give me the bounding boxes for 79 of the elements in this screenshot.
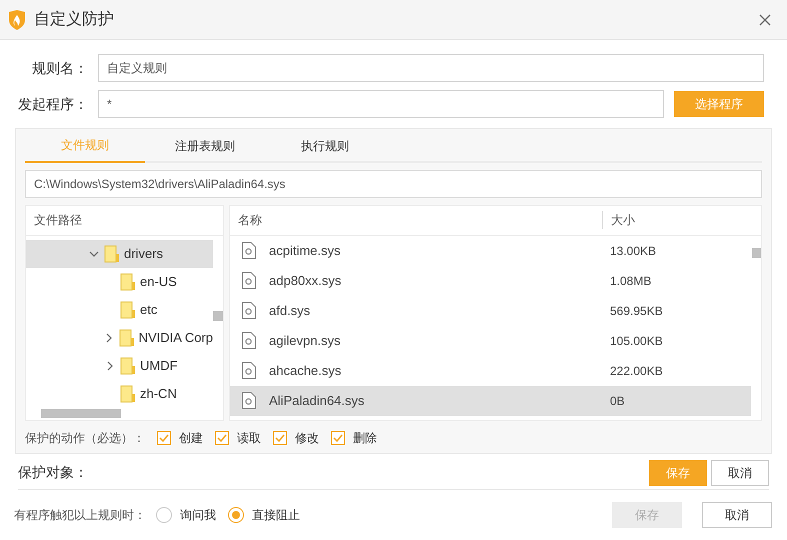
column-header: 名称: [237, 212, 263, 230]
file-gear-icon: [242, 332, 256, 350]
file-size: 569.95KB: [609, 302, 664, 320]
check-icon: [275, 434, 285, 442]
tree-item[interactable]: etc: [26, 296, 213, 324]
field-label: 规则名：: [31, 58, 88, 78]
tree-item[interactable]: NVIDIA Corp: [26, 324, 213, 352]
checkbox[interactable]: [331, 431, 345, 446]
launcher-field[interactable]: *: [98, 90, 664, 118]
file-gear-icon: [242, 272, 256, 290]
folder-name: drivers: [124, 244, 164, 263]
checkbox-label: 创建: [179, 430, 203, 448]
tab[interactable]: 注册表规则: [145, 129, 265, 164]
checkbox-label: 修改: [295, 430, 319, 448]
cancel-button[interactable]: 取消: [702, 502, 772, 528]
folder-icon: [120, 384, 136, 403]
file-name: adp80xx.sys: [269, 272, 342, 290]
field-label: 发起程序：: [17, 94, 88, 114]
check-icon: [333, 434, 343, 442]
file-name: afd.sys: [269, 302, 310, 320]
folder-name: NVIDIA Corp: [138, 328, 213, 347]
file-name: agilevpn.sys: [269, 332, 341, 350]
file-gear-icon: [242, 302, 256, 320]
checkbox-label: 删除: [353, 430, 377, 448]
file-size: 1.08MB: [609, 272, 652, 290]
checkbox[interactable]: [157, 431, 171, 446]
protect-target-label: 保护对象：: [18, 463, 89, 482]
tree-item[interactable]: en-US: [26, 268, 213, 296]
column-header: 文件路径: [34, 212, 82, 230]
file-row[interactable]: agilevpn.sys 105.00KB: [230, 326, 751, 356]
shield-flame-icon: [8, 10, 26, 30]
check-icon: [159, 434, 169, 442]
checkbox-label: 读取: [237, 430, 261, 448]
checkbox[interactable]: [215, 431, 229, 446]
chevron-right-icon[interactable]: [104, 332, 114, 343]
tab[interactable]: 执行规则: [265, 129, 385, 164]
folder-icon: [120, 272, 136, 291]
radio-button[interactable]: [228, 507, 244, 523]
column-header: 大小: [602, 211, 761, 230]
file-size: 105.00KB: [609, 332, 664, 350]
file-gear-icon: [242, 362, 256, 380]
file-row[interactable]: afd.sys 569.95KB: [230, 296, 751, 326]
file-gear-icon: [242, 242, 256, 260]
close-icon[interactable]: [759, 14, 771, 26]
file-name: acpitime.sys: [269, 242, 341, 260]
actions-label: 保护的动作（必选）：: [25, 430, 145, 448]
file-row[interactable]: adp80xx.sys 1.08MB: [230, 266, 751, 296]
radio-label: 直接阻止: [252, 507, 300, 524]
file-row[interactable]: AliPaladin64.sys 0B: [230, 386, 751, 416]
folder-name: UMDF: [140, 356, 178, 375]
tree-item[interactable]: drivers: [26, 240, 213, 268]
radio-label: 询问我: [180, 507, 216, 524]
folder-icon: [104, 244, 120, 263]
file-gear-icon: [242, 392, 256, 410]
folder-icon: [120, 356, 136, 375]
folder-name: etc: [140, 300, 158, 319]
file-name: AliPaladin64.sys: [269, 392, 364, 410]
file-row[interactable]: ahcache.sys 222.00KB: [230, 356, 751, 386]
violation-label: 有程序触犯以上规则时：: [14, 507, 146, 524]
chevron-right-icon[interactable]: [105, 360, 115, 371]
cancel-button[interactable]: 取消: [711, 460, 769, 486]
rule-name-field[interactable]: 自定义规则: [98, 54, 764, 82]
window-title: 自定义防护: [34, 10, 115, 30]
radio-button[interactable]: [156, 507, 172, 523]
folder-icon: [120, 300, 136, 319]
check-icon: [217, 434, 227, 442]
file-size: 13.00KB: [609, 242, 658, 260]
file-size: 222.00KB: [609, 362, 664, 380]
tree-item[interactable]: zh-CN: [26, 380, 213, 408]
tree-item[interactable]: UMDF: [26, 352, 213, 380]
folder-name: zh-CN: [140, 384, 177, 403]
file-size: 0B: [609, 392, 626, 410]
chevron-down-icon[interactable]: [89, 248, 99, 259]
checkbox[interactable]: [273, 431, 287, 446]
file-name: ahcache.sys: [269, 362, 342, 380]
path-field[interactable]: C:\Windows\System32\drivers\AliPaladin64.sys: [25, 170, 762, 198]
folder-icon: [118, 328, 135, 347]
folder-name: en-US: [140, 272, 177, 291]
file-row[interactable]: acpitime.sys 13.00KB: [230, 236, 751, 266]
